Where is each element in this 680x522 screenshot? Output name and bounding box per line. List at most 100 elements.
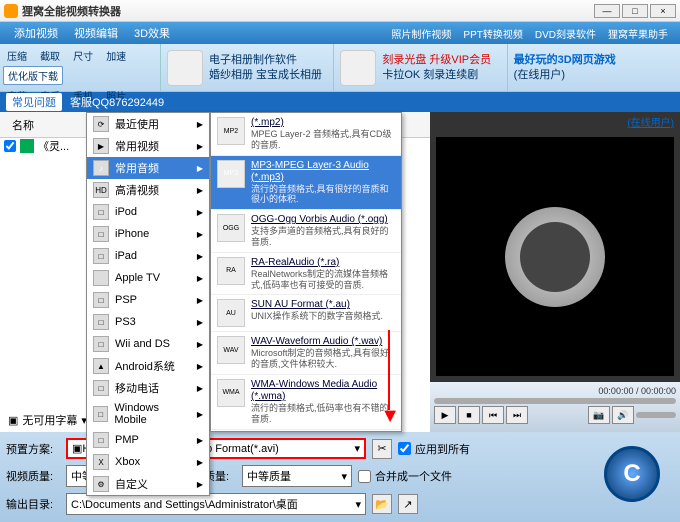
film-reel-icon — [505, 207, 605, 307]
tab-speed[interactable]: 加速 — [102, 47, 130, 64]
category-icon: □ — [93, 406, 108, 422]
format-menu[interactable]: MP2(*.mp2)MPEG Layer-2 音频格式,具有CD级的音质.MP3… — [210, 112, 402, 432]
format-icon: RA — [217, 257, 245, 285]
progress-slider[interactable] — [434, 398, 676, 404]
category-item[interactable]: □iPhone▶ — [87, 223, 209, 245]
close-button[interactable]: × — [650, 4, 676, 18]
category-item[interactable]: □Windows Mobile▶ — [87, 399, 209, 429]
format-item[interactable]: MP2(*.mp2)MPEG Layer-2 音频格式,具有CD级的音质. — [211, 113, 401, 156]
category-item[interactable]: □PSP▶ — [87, 289, 209, 311]
category-item[interactable]: Apple TV▶ — [87, 267, 209, 289]
app-title: 狸窝全能视频转换器 — [22, 3, 592, 19]
volume-button[interactable]: 🔊 — [612, 406, 634, 424]
chevron-right-icon: ▶ — [197, 480, 203, 489]
format-item[interactable]: RARA-RealAudio (*.ra)RealNetworks制定的流媒体音… — [211, 253, 401, 296]
next-button[interactable]: ⏭ — [506, 406, 528, 424]
category-icon: □ — [93, 248, 109, 264]
category-item[interactable]: ▶常用视频▶ — [87, 135, 209, 157]
menu-3d[interactable]: 3D效果 — [126, 25, 178, 41]
file-checkbox[interactable] — [4, 140, 16, 152]
category-item[interactable]: ⚙自定义▶ — [87, 473, 209, 495]
format-item[interactable]: MP3MP3-MPEG Layer-3 Audio (*.mp3)流行的音频格式… — [211, 156, 401, 211]
category-item[interactable]: □Wii and DS▶ — [87, 333, 209, 355]
titlebar: 狸窝全能视频转换器 — □ × — [0, 0, 680, 22]
format-name: (*.mp2) — [251, 117, 395, 129]
category-menu[interactable]: ⟳最近使用▶▶常用视频▶♪常用音频▶HD高清视频▶□iPod▶□iPhone▶□… — [86, 112, 210, 496]
preset-label: 预置方案: — [6, 441, 60, 457]
chevron-right-icon: ▶ — [197, 318, 203, 327]
category-label: 常用音频 — [115, 160, 159, 176]
chevron-right-icon: ▶ — [197, 458, 203, 467]
category-item[interactable]: □PS3▶ — [87, 311, 209, 333]
audio-quality-combo[interactable]: 中等质量▾ — [242, 465, 352, 487]
category-item[interactable]: □iPad▶ — [87, 245, 209, 267]
format-icon: WMA — [217, 379, 245, 407]
category-label: iPod — [115, 206, 137, 218]
category-icon — [93, 270, 109, 286]
convert-button[interactable]: C — [604, 446, 660, 502]
promo-burn[interactable]: 刻录光盘 升级VIP会员卡拉OK 刻录连续剧 — [333, 44, 506, 91]
category-item[interactable]: □PMP▶ — [87, 429, 209, 451]
maximize-button[interactable]: □ — [622, 4, 648, 18]
chevron-right-icon: ▶ — [197, 230, 203, 239]
minimize-button[interactable]: — — [594, 4, 620, 18]
category-item[interactable]: ▲Android系统▶ — [87, 355, 209, 377]
menu-edit-video[interactable]: 视频编辑 — [66, 25, 126, 41]
chevron-right-icon: ▶ — [197, 142, 203, 151]
volume-slider[interactable] — [636, 412, 676, 418]
tab-size[interactable]: 尺寸 — [69, 47, 97, 64]
format-item[interactable]: WAVWAV-Waveform Audio (*.wav)Microsoft制定… — [211, 332, 401, 375]
chevron-right-icon: ▶ — [197, 120, 203, 129]
stop-button[interactable]: ■ — [458, 406, 480, 424]
format-item[interactable]: OGGOGG-Ogg Vorbis Audio (*.ogg)支持多声道的音频格… — [211, 210, 401, 253]
play-button[interactable]: ▶ — [434, 406, 456, 424]
snapshot-button[interactable]: 📷 — [588, 406, 610, 424]
tab-optimize[interactable]: 优化版下载 — [3, 66, 63, 85]
faq-contact[interactable]: 客服QQ876292449 — [70, 94, 164, 110]
format-item[interactable]: AUSUN AU Format (*.au)UNIX操作系统下的数字音频格式. — [211, 295, 401, 332]
open-folder-button[interactable]: ↗ — [398, 494, 418, 514]
online-users-link[interactable]: (在线用户) — [430, 112, 680, 131]
category-icon: □ — [93, 432, 109, 448]
category-icon: □ — [93, 292, 109, 308]
promo-album[interactable]: 电子相册制作软件婚纱相册 宝宝成长相册 — [160, 44, 333, 91]
format-item[interactable]: WMAWMA-Windows Media Audio (*.wma)流行的音频格… — [211, 375, 401, 430]
apply-all-checkbox[interactable] — [398, 442, 411, 455]
format-icon: OGG — [217, 214, 245, 242]
category-item[interactable]: XXbox▶ — [87, 451, 209, 473]
menu-add-video[interactable]: 添加视频 — [6, 25, 66, 41]
link-ppt[interactable]: PPT转换视频 — [457, 26, 528, 41]
category-item[interactable]: □移动电话▶ — [87, 377, 209, 399]
promo-game[interactable]: 最好玩的3D网页游戏(在线用户) — [507, 44, 680, 91]
left-pane: 名称 《灵... ⟳最近使用▶▶常用视频▶♪常用音频▶HD高清视频▶□iPod▶… — [0, 112, 430, 432]
preset-icon: ▣ — [72, 442, 82, 455]
chevron-right-icon: ▶ — [197, 296, 203, 305]
link-dvd[interactable]: DVD刻录软件 — [529, 26, 602, 41]
link-photo-video[interactable]: 照片制作视频 — [385, 26, 457, 41]
subtitle-dropdown[interactable]: ▣ 无可用字幕 ▾ — [8, 412, 87, 428]
tab-compress[interactable]: 压缩 — [3, 47, 31, 64]
prev-button[interactable]: ⏮ — [482, 406, 504, 424]
settings-button[interactable]: ✂ — [372, 439, 392, 459]
category-item[interactable]: ♪常用音频▶ — [87, 157, 209, 179]
app-logo-icon — [4, 4, 18, 18]
merge-checkbox[interactable] — [358, 470, 371, 483]
format-name: WMA-Windows Media Audio (*.wma) — [251, 379, 395, 403]
format-desc: RealNetworks制定的流媒体音频格式,低码率也有可接受的音质. — [251, 269, 395, 291]
format-name: OGG-Ogg Vorbis Audio (*.ogg) — [251, 214, 395, 226]
tab-cut[interactable]: 截取 — [36, 47, 64, 64]
category-item[interactable]: ⟳最近使用▶ — [87, 113, 209, 135]
category-item[interactable]: HD高清视频▶ — [87, 179, 209, 201]
category-label: 高清视频 — [115, 182, 159, 198]
faq-label[interactable]: 常见问题 — [6, 93, 62, 111]
category-icon: ♪ — [93, 160, 109, 176]
browse-button[interactable]: 📂 — [372, 494, 392, 514]
chevron-right-icon: ▶ — [197, 186, 203, 195]
output-dir-combo[interactable]: C:\Documents and Settings\Administrator\… — [66, 493, 366, 515]
file-row[interactable]: 《灵... — [4, 138, 69, 154]
link-apple[interactable]: 狸窝苹果助手 — [602, 26, 674, 41]
category-item[interactable]: □iPod▶ — [87, 201, 209, 223]
category-icon: X — [93, 454, 109, 470]
category-label: Android系统 — [115, 358, 175, 374]
format-desc: 流行的音频格式,具有很好的音质和很小的体积. — [251, 184, 395, 206]
